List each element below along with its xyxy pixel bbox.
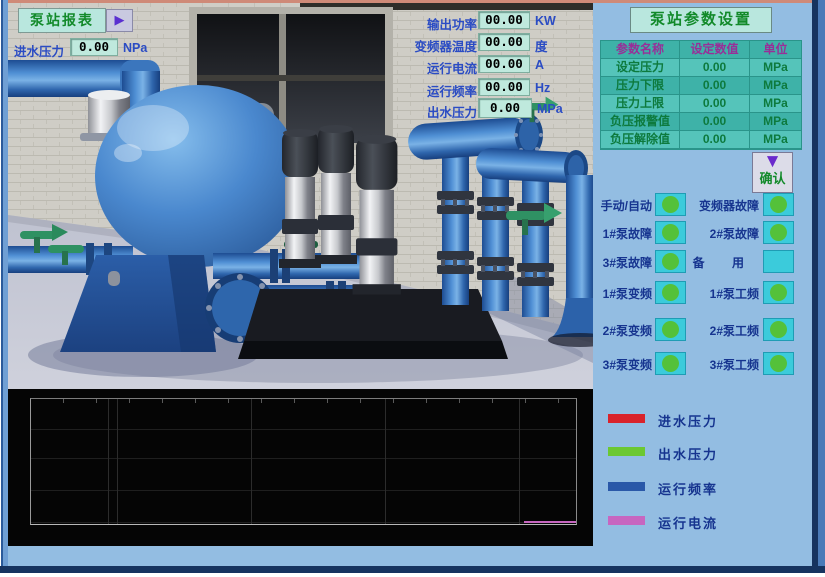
lamp-icon [662,196,679,213]
axis-ticks [31,399,576,403]
report-button[interactable]: 泵站报表 [18,8,106,33]
outlet-pressure-unit: MPa [537,102,563,116]
status-lamp-auto-manual [655,193,686,216]
param-value-input[interactable]: 0.00 [680,131,750,149]
run-current-value: 00.00 [478,55,530,73]
lamp-icon [770,196,787,213]
col-header-name: 参数名称 [601,41,680,59]
param-value-input[interactable]: 0.00 [680,59,750,77]
status-label-pump2-mains: 2#泵工频 [684,322,759,339]
hmi-screen: 泵站报表 ▶ 进水压力 0.00 NPa 输出功率 00.00 KW 变频器温度… [0,0,825,577]
lamp-icon [662,321,679,338]
legend-swatch-inlet-pressure [608,414,645,423]
legend-label-run-current: 运行电流 [658,513,718,532]
lamp-icon [770,321,787,338]
legend-swatch-run-frequency [608,482,645,491]
status-lamp-pump2-vfd [655,318,686,341]
param-unit: MPa [750,95,801,113]
outlet-pressure-label: 出水压力 [395,102,477,121]
vfd-temp-value: 00.00 [478,33,530,51]
riser-pipe-1 [437,153,474,305]
frame-border-bottom [0,566,825,577]
vfd-temp-unit: 度 [535,36,548,55]
status-label-vfd-fault: 变频器故障 [684,197,759,214]
legend-label-outlet-pressure: 出水压力 [658,444,718,463]
param-value-input[interactable]: 0.00 [680,113,750,131]
confirm-triangle-icon: ▼ [753,153,792,170]
run-current-unit: A [535,58,544,72]
legend-swatch-outlet-pressure [608,447,645,456]
run-freq-value: 00.00 [478,78,530,96]
confirm-button[interactable]: ▼ 确认 [752,152,793,193]
status-lamp-pump1-mains [763,281,794,304]
inlet-pressure-label: 进水压力 [14,41,64,60]
play-icon: ▶ [115,12,125,27]
status-lamp-pump1-fault [655,221,686,244]
run-freq-label: 运行频率 [385,81,477,100]
lamp-icon [770,284,787,301]
status-lamp-vfd-fault [763,193,794,216]
frame-border-left [0,0,8,577]
legend-swatch-run-current [608,516,645,525]
riser-pipe-2 [477,159,514,311]
param-value-input[interactable]: 0.00 [680,95,750,113]
trend-chart [8,389,593,546]
pump-3 [353,135,401,295]
lamp-icon [662,253,679,270]
output-power-unit: KW [535,14,556,28]
inlet-pressure-value: 0.00 [70,38,118,56]
vfd-temp-label: 变频器温度 [385,36,477,55]
lamp-icon [662,284,679,301]
outlet-pressure-value: 0.00 [478,98,532,118]
param-name: 设定压力 [601,59,680,77]
riser-pipe-3 [517,165,554,317]
run-current-label: 运行电流 [385,58,477,77]
lamp-icon [662,224,679,241]
lamp-icon [770,224,787,241]
status-lamp-pump2-fault [763,221,794,244]
report-play-button[interactable]: ▶ [106,9,133,32]
frame-border-right [812,0,825,577]
legend-label-inlet-pressure: 进水压力 [658,411,718,430]
status-lamp-pump2-mains [763,318,794,341]
param-unit: MPa [750,59,801,77]
status-lamp-pump3-mains [763,352,794,375]
col-header-unit: 单位 [750,41,801,59]
confirm-label: 确认 [753,172,792,186]
lamp-icon [662,355,679,372]
inlet-pressure-unit: NPa [123,41,147,55]
lamp-icon [770,355,787,372]
run-current-trace [524,521,576,523]
status-lamp-spare [763,250,794,273]
param-name: 负压报警值 [601,113,680,131]
pressure-tank [95,85,301,267]
status-label-pump3-mains: 3#泵工频 [684,356,759,373]
settings-title: 泵站参数设置 [630,7,772,33]
pump-1 [279,129,321,268]
status-lamp-pump3-fault [655,250,686,273]
param-name: 压力下限 [601,77,680,95]
legend-label-run-frequency: 运行频率 [658,479,718,498]
trend-plot-area [30,398,577,525]
run-freq-unit: Hz [535,81,550,95]
param-name: 负压解除值 [601,131,680,149]
status-lamp-pump1-vfd [655,281,686,304]
param-unit: MPa [750,77,801,95]
output-power-label: 输出功率 [385,14,477,33]
param-unit: MPa [750,131,801,149]
status-label-pump2-fault: 2#泵故障 [684,225,759,242]
param-unit: MPa [750,113,801,131]
output-power-value: 00.00 [478,11,530,29]
parameter-table: 参数名称 设定数值 单位 设定压力 0.00 MPa 压力下限 0.00 MPa… [600,40,802,150]
status-label-spare: 备 用 [684,254,756,271]
status-lamp-pump3-vfd [655,352,686,375]
pump-2 [315,125,357,264]
col-header-value: 设定数值 [680,41,750,59]
frame-border-top [0,0,825,3]
status-label-pump1-mains: 1#泵工频 [684,285,759,302]
param-name: 压力上限 [601,95,680,113]
param-value-input[interactable]: 0.00 [680,77,750,95]
